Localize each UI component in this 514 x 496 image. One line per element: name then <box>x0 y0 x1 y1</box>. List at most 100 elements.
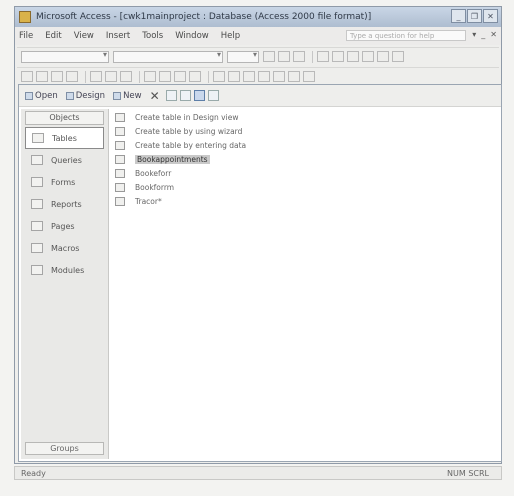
spelling-icon[interactable] <box>120 71 132 82</box>
objects-item-label: Tables <box>52 133 77 143</box>
objects-item-tables[interactable]: Tables <box>25 127 104 149</box>
open-folder-icon[interactable] <box>36 71 48 82</box>
menu-help[interactable]: Help <box>221 31 240 41</box>
toolbar-separator <box>208 70 209 83</box>
print-preview-icon[interactable] <box>105 71 117 82</box>
objects-item-queries[interactable]: Queries <box>25 149 104 171</box>
groups-button[interactable]: Groups <box>25 442 104 455</box>
font-combo[interactable] <box>113 50 223 63</box>
mdi-controls: ▾ _ ✕ <box>472 30 497 39</box>
menu-tools[interactable]: Tools <box>142 31 163 41</box>
mdi-minimize-icon[interactable]: ▾ <box>472 30 476 39</box>
menu-edit[interactable]: Edit <box>45 31 61 41</box>
toolbar-separator <box>139 70 140 83</box>
large-icons-view-icon[interactable] <box>165 90 177 101</box>
analyze-icon[interactable] <box>228 71 240 82</box>
small-icons-view-icon[interactable] <box>179 90 191 101</box>
list-item-label: Bookforrm <box>135 183 175 192</box>
new-object-icon[interactable] <box>288 71 300 82</box>
screenshot-page: Microsoft Access - [cwk1mainproject : Da… <box>0 0 514 496</box>
menu-view[interactable]: View <box>74 31 94 41</box>
list-item[interactable]: Bookeforr <box>115 167 485 180</box>
open-button-label: Open <box>35 90 58 101</box>
open-button[interactable]: Open <box>25 91 58 101</box>
menu-window[interactable]: Window <box>175 31 209 41</box>
delete-icon[interactable]: ✕ <box>150 89 160 103</box>
mdi-close-icon[interactable]: ✕ <box>490 30 497 39</box>
new-file-icon[interactable] <box>21 71 33 82</box>
objects-item-modules[interactable]: Modules <box>25 259 104 281</box>
table-icon <box>115 183 125 192</box>
list-view-icon[interactable] <box>193 90 205 101</box>
objects-item-forms[interactable]: Forms <box>25 171 104 193</box>
close-icon[interactable]: ✕ <box>483 9 498 23</box>
office-links-icon[interactable] <box>213 71 225 82</box>
underline-icon[interactable] <box>293 51 305 62</box>
menu-insert[interactable]: Insert <box>106 31 130 41</box>
undo-icon[interactable] <box>189 71 201 82</box>
design-button-label: Design <box>75 90 106 101</box>
align-right-icon[interactable] <box>347 51 359 62</box>
help-question-input[interactable]: Type a question for help <box>346 30 466 41</box>
list-item-label: Tracor* <box>135 197 162 206</box>
database-window: Open Design New ✕ Objects Tables Queries… <box>18 84 502 462</box>
database-window-toolbar: Open Design New ✕ <box>19 85 501 107</box>
help-icon[interactable] <box>303 71 315 82</box>
copy-icon[interactable] <box>159 71 171 82</box>
font-size-combo[interactable] <box>227 50 259 63</box>
status-left: Ready <box>21 468 46 478</box>
objects-bar: Objects Tables Queries Forms Reports Pag… <box>21 109 109 459</box>
line-color-icon[interactable] <box>392 51 404 62</box>
list-item[interactable]: Create table by using wizard <box>115 125 485 138</box>
code-icon[interactable] <box>243 71 255 82</box>
italic-icon[interactable] <box>278 51 290 62</box>
paste-icon[interactable] <box>174 71 186 82</box>
design-view-shortcut-icon <box>115 113 125 122</box>
list-item[interactable]: Create table by entering data <box>115 139 485 152</box>
relationships-icon[interactable] <box>273 71 285 82</box>
fill-color-icon[interactable] <box>362 51 374 62</box>
design-button[interactable]: Design <box>65 90 106 101</box>
objects-item-pages[interactable]: Pages <box>25 215 104 237</box>
list-item[interactable]: Bookappointments <box>115 153 485 166</box>
access-app-icon <box>19 11 31 23</box>
objects-item-label: Pages <box>51 221 75 231</box>
table-icon <box>32 133 44 143</box>
cut-icon[interactable] <box>144 71 156 82</box>
menu-file[interactable]: File <box>19 31 33 41</box>
toolbar-separator <box>312 50 313 63</box>
bold-icon[interactable] <box>263 51 275 62</box>
search-icon[interactable] <box>66 71 78 82</box>
list-item[interactable]: Tracor* <box>115 195 485 208</box>
design-icon <box>65 91 74 100</box>
status-bar: Ready NUM SCRL <box>14 466 502 480</box>
align-center-icon[interactable] <box>332 51 344 62</box>
menu-bar: File Edit View Insert Tools Window Help … <box>15 27 501 45</box>
details-view-icon[interactable] <box>207 90 219 101</box>
print-icon[interactable] <box>90 71 102 82</box>
minimize-icon[interactable]: _ <box>451 9 466 23</box>
save-icon[interactable] <box>51 71 63 82</box>
database-toolbar <box>17 67 499 85</box>
properties-icon[interactable] <box>258 71 270 82</box>
page-icon <box>31 221 43 231</box>
restore-icon[interactable]: ❐ <box>467 9 482 23</box>
formatting-toolbar <box>17 47 499 65</box>
objects-item-label: Modules <box>51 265 85 275</box>
title-bar: Microsoft Access - [cwk1mainproject : Da… <box>15 7 501 27</box>
report-icon <box>31 199 43 209</box>
objects-item-macros[interactable]: Macros <box>25 237 104 259</box>
align-left-icon[interactable] <box>317 51 329 62</box>
objects-item-reports[interactable]: Reports <box>25 193 104 215</box>
list-item-label: Bookeforr <box>135 169 172 178</box>
mdi-restore-icon[interactable]: _ <box>481 30 485 39</box>
objects-item-label: Queries <box>51 155 82 165</box>
list-item[interactable]: Create table in Design view <box>115 111 485 124</box>
font-color-icon[interactable] <box>377 51 389 62</box>
new-button[interactable]: New <box>113 91 142 101</box>
form-icon <box>31 177 43 187</box>
window-title: Microsoft Access - [cwk1mainproject : Da… <box>36 12 372 22</box>
list-item[interactable]: Bookforrm <box>115 181 485 194</box>
objects-header[interactable]: Objects <box>25 111 104 125</box>
object-combo[interactable] <box>21 50 109 63</box>
